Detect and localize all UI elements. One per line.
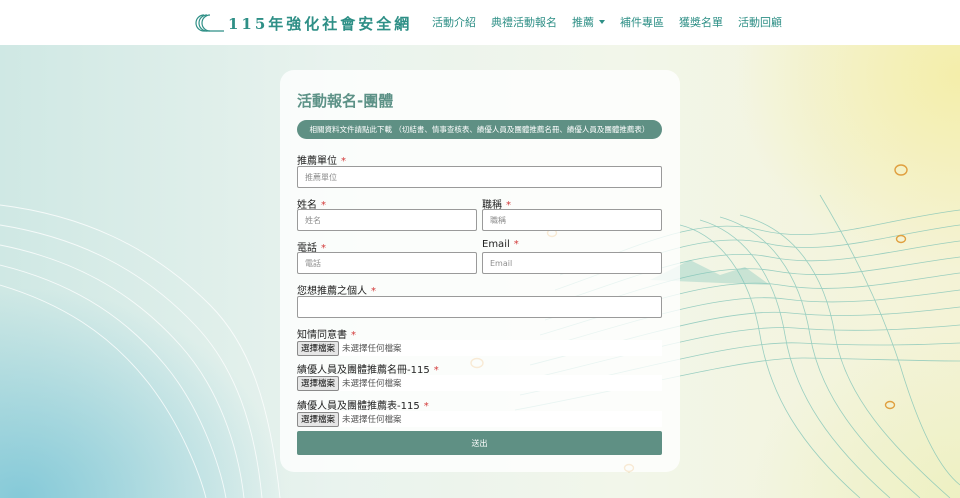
nav-item-ceremony-signup[interactable]: 典禮活動報名 (491, 14, 557, 30)
top-navigation-bar: 115年強化社會安全網 活動介紹 典禮活動報名 推薦 補件專區 獲獎名單 活動回… (0, 0, 960, 45)
email-input[interactable] (482, 252, 662, 274)
nav-item-supplement[interactable]: 補件專區 (620, 14, 664, 30)
nav-label: 推薦 (572, 16, 594, 29)
main-nav: 活動介紹 典禮活動報名 推薦 補件專區 獲獎名單 活動回顧 (432, 14, 782, 30)
documents-download-link[interactable]: 相關資料文件請點此下載 （切結書、情事查核表、績優人員及團體推薦名冊、績優人員及… (297, 120, 662, 139)
required-mark: * (513, 239, 519, 250)
roster-file-upload: 選擇檔案 未選擇任何檔案 (297, 375, 662, 391)
job-title-input[interactable] (482, 209, 662, 231)
file-status-text: 未選擇任何檔案 (342, 415, 402, 425)
nav-label: 補件專區 (620, 16, 664, 29)
chevron-down-icon (599, 20, 605, 24)
page-title: 活動報名-團體 (297, 92, 394, 110)
unit-label: 推薦單位 * (297, 152, 346, 167)
email-label: Email * (482, 239, 519, 250)
nav-label: 獲獎名單 (679, 16, 723, 29)
choose-file-button[interactable]: 選擇檔案 (297, 340, 340, 356)
consent-file-label: 知情同意書 * (297, 326, 356, 341)
nav-item-recommend[interactable]: 推薦 (572, 14, 605, 30)
nominee-label: 您想推薦之個人 * (297, 282, 376, 297)
registration-form-card: 活動報名-團體 相關資料文件請點此下載 （切結書、情事查核表、績優人員及團體推薦… (280, 70, 680, 472)
nav-item-intro[interactable]: 活動介紹 (432, 14, 476, 30)
logo-text: 115年強化社會安全網 (228, 14, 413, 33)
roster-file-label: 績優人員及團體推薦名冊-115 * (297, 361, 439, 376)
site-logo[interactable]: 115年強化社會安全網 (194, 12, 412, 34)
submit-button[interactable]: 送出 (297, 431, 662, 455)
file-status-text: 未選擇任何檔案 (342, 344, 402, 354)
choose-file-button[interactable]: 選擇檔案 (297, 411, 340, 427)
nav-label: 活動介紹 (432, 16, 476, 29)
logo-arc-icon (195, 14, 224, 32)
nav-label: 典禮活動報名 (491, 16, 557, 29)
phone-input[interactable] (297, 252, 477, 274)
nomination-form-file-label: 績優人員及團體推薦表-115 * (297, 397, 429, 412)
unit-input[interactable] (297, 166, 662, 188)
file-status-text: 未選擇任何檔案 (342, 379, 402, 389)
nav-item-winners[interactable]: 獲獎名單 (679, 14, 723, 30)
choose-file-button[interactable]: 選擇檔案 (297, 375, 340, 391)
nav-item-review[interactable]: 活動回顧 (738, 14, 782, 30)
nav-label: 活動回顧 (738, 16, 782, 29)
email-label-text: Email (482, 239, 510, 250)
name-input[interactable] (297, 209, 477, 231)
consent-file-upload: 選擇檔案 未選擇任何檔案 (297, 340, 662, 356)
nomination-form-file-upload: 選擇檔案 未選擇任何檔案 (297, 411, 662, 427)
nominee-input[interactable] (297, 296, 662, 318)
